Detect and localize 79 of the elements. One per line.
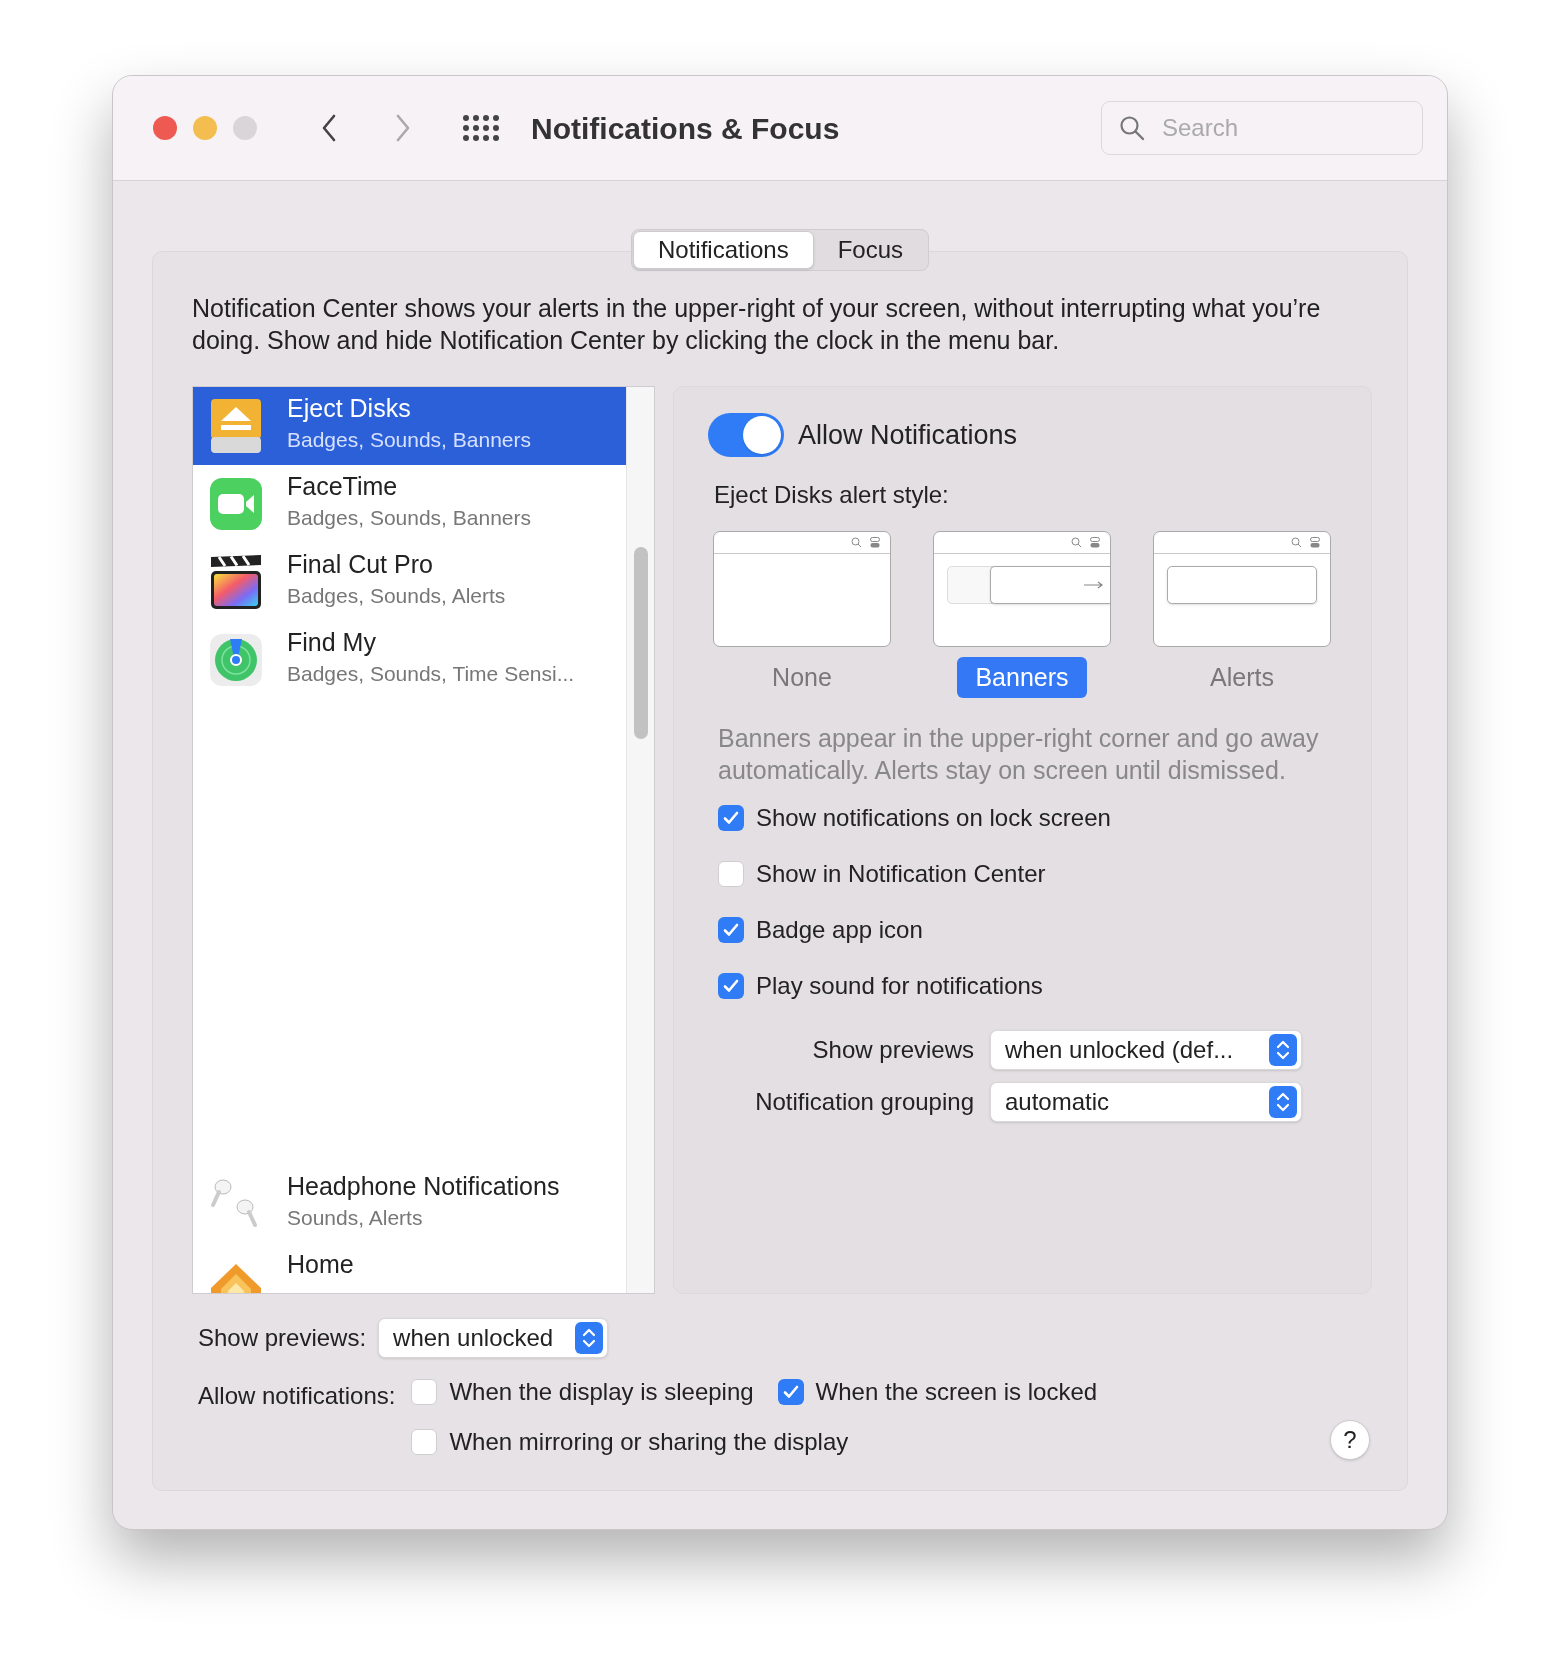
toggles-icon bbox=[1310, 537, 1320, 548]
alert-style-preview[interactable] bbox=[1153, 531, 1331, 647]
scrollbar-thumb[interactable] bbox=[633, 547, 648, 739]
app-list-item[interactable]: FaceTime Badges, Sounds, Banners bbox=[193, 465, 626, 543]
checkmark-icon bbox=[723, 811, 739, 825]
search-icon bbox=[851, 537, 862, 548]
checkbox-label: When the display is sleeping bbox=[449, 1377, 754, 1407]
app-list-item[interactable]: Home bbox=[193, 1243, 626, 1293]
explanation-text: Banners appear in the upper-right corner and go away automatically. Alerts stay on screen until dismissed. bbox=[718, 723, 1320, 786]
checkbox-label: Play sound for notifications bbox=[756, 971, 1043, 1001]
alert-style-preview[interactable] bbox=[933, 531, 1111, 647]
popup-menu[interactable]: automatic bbox=[990, 1082, 1302, 1122]
checkbox-label: Show notifications on lock screen bbox=[756, 803, 1111, 833]
toggles-icon bbox=[1090, 537, 1100, 548]
search-field[interactable]: Search bbox=[1101, 101, 1423, 155]
checkmark-icon bbox=[723, 979, 739, 993]
popup-menu[interactable]: when unlocked bbox=[378, 1318, 609, 1358]
app-notification-summary: Badges, Sounds, Time Sensi... bbox=[287, 661, 575, 687]
checkbox-label: When mirroring or sharing the display bbox=[449, 1427, 849, 1457]
tab[interactable]: Focus bbox=[813, 231, 928, 269]
search-icon bbox=[1119, 115, 1145, 141]
zoom-button[interactable] bbox=[233, 116, 257, 140]
popup-label: Show previews: bbox=[198, 1323, 367, 1353]
toggles-icon bbox=[870, 537, 880, 548]
checkmark-icon bbox=[723, 923, 739, 937]
house-icon bbox=[209, 1262, 263, 1293]
stepper-icon bbox=[1269, 1086, 1297, 1118]
checkbox-label: Badge app icon bbox=[756, 915, 923, 945]
app-notification-summary: Badges, Sounds, Banners bbox=[287, 505, 531, 531]
popup-menu[interactable]: when unlocked (def... bbox=[990, 1030, 1302, 1070]
checkbox[interactable] bbox=[718, 973, 744, 999]
app-name: Home bbox=[287, 1249, 354, 1280]
app-notification-summary: Badges, Sounds, Banners bbox=[287, 427, 531, 453]
app-name: FaceTime bbox=[287, 471, 399, 502]
checkbox[interactable] bbox=[777, 1379, 804, 1405]
checkbox-label: Show in Notification Center bbox=[756, 859, 1046, 889]
toggle-switch[interactable] bbox=[708, 413, 784, 457]
checkbox[interactable] bbox=[718, 861, 744, 887]
search-icon bbox=[1291, 537, 1302, 548]
tab[interactable]: Notifications bbox=[632, 231, 814, 269]
checkbox[interactable] bbox=[718, 805, 744, 831]
app-list-item[interactable]: Eject Disks Badges, Sounds, Banners bbox=[193, 387, 626, 465]
disk-icon bbox=[209, 397, 263, 455]
popup-label: Notification grouping bbox=[755, 1087, 974, 1117]
toggle-label: Allow Notifications bbox=[798, 418, 1018, 452]
right-arrow-icon bbox=[1084, 581, 1104, 589]
checkbox-label: When the screen is locked bbox=[815, 1377, 1098, 1407]
checkbox[interactable] bbox=[411, 1429, 438, 1455]
alert-style-option[interactable]: Banners bbox=[957, 657, 1087, 698]
close-button[interactable] bbox=[153, 116, 177, 140]
forward-icon[interactable] bbox=[395, 114, 411, 142]
app-name: Eject Disks bbox=[287, 393, 412, 424]
video-camera-icon bbox=[209, 477, 263, 531]
checkbox[interactable] bbox=[718, 917, 744, 943]
search-icon bbox=[1071, 537, 1082, 548]
help-button[interactable]: ? bbox=[1330, 1420, 1370, 1460]
app-name: Final Cut Pro bbox=[287, 549, 434, 580]
app-notification-summary: Sounds, Alerts bbox=[287, 1205, 424, 1231]
stepper-icon bbox=[575, 1322, 604, 1354]
checkbox[interactable] bbox=[411, 1379, 438, 1405]
app-name: Find My bbox=[287, 627, 377, 658]
alert-style-preview[interactable] bbox=[713, 531, 891, 647]
radar-icon bbox=[209, 633, 263, 687]
back-icon[interactable] bbox=[321, 114, 337, 142]
section-heading: Eject Disks alert style: bbox=[714, 480, 950, 510]
description-text: Notification Center shows your alerts in the upper-right of your screen, without interrupting what you’re doing. Show and hide Notification Center by clicking the clock in the menu bar. bbox=[192, 293, 1322, 356]
app-name: Headphone Notifications bbox=[287, 1171, 560, 1202]
stepper-icon bbox=[1269, 1034, 1297, 1066]
window-title: Notifications & Focus bbox=[531, 110, 840, 147]
popup-label: Show previews bbox=[812, 1035, 974, 1065]
app-list-item[interactable]: Find My Badges, Sounds, Time Sensi... bbox=[193, 621, 626, 699]
grid-icon[interactable] bbox=[463, 115, 499, 141]
allow-notifications-label: Allow notifications: bbox=[198, 1381, 396, 1411]
checkmark-icon bbox=[782, 1385, 799, 1399]
minimize-button[interactable] bbox=[193, 116, 217, 140]
app-list-item[interactable]: Headphone Notifications Sounds, Alerts bbox=[193, 1165, 626, 1243]
clapperboard-icon bbox=[209, 553, 263, 611]
app-list-item[interactable]: Final Cut Pro Badges, Sounds, Alerts bbox=[193, 543, 626, 621]
app-notification-summary: Badges, Sounds, Alerts bbox=[287, 583, 506, 609]
